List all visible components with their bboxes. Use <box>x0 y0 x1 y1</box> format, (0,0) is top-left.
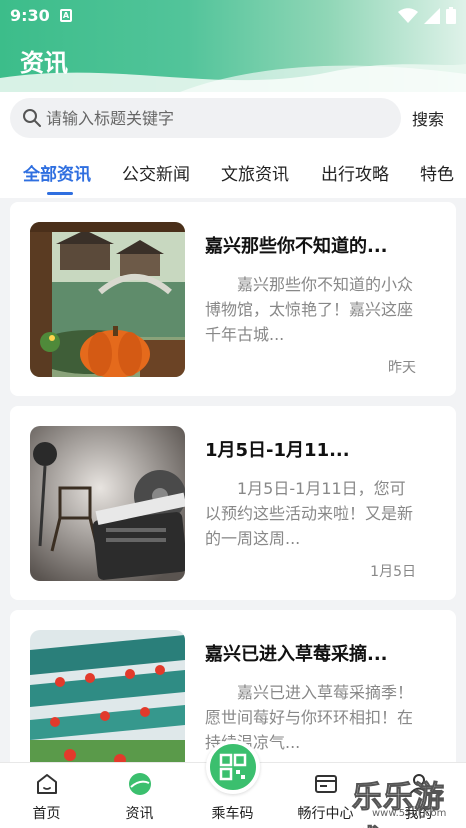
page-title: 资讯 <box>20 49 68 77</box>
search-bar: 搜索 <box>0 92 466 144</box>
active-tab-indicator <box>47 192 73 195</box>
tab-travel-guide[interactable]: 出行攻略 <box>321 160 389 185</box>
article-date: 1月5日 <box>370 564 416 580</box>
watermark-logo: 乐乐游戏 <box>352 780 445 828</box>
category-tabs: 全部资讯 公交新闻 文旅资讯 出行攻略 特色 <box>0 144 466 198</box>
qr-code-icon <box>219 753 247 781</box>
card-icon <box>315 775 337 793</box>
nav-ride-code-label: 乘车码 <box>211 806 254 822</box>
header-bar: 9:30 A 资讯 <box>0 0 466 92</box>
tab-special[interactable]: 特色 <box>420 160 454 185</box>
article-title: 嘉兴已进入草莓采摘... <box>205 644 388 665</box>
signal-icon <box>424 7 440 24</box>
status-time: 9:30 <box>10 6 50 25</box>
search-box[interactable] <box>10 98 401 138</box>
search-icon <box>23 109 41 127</box>
system-icons <box>398 7 456 24</box>
search-button[interactable]: 搜索 <box>412 106 444 130</box>
article-card[interactable]: 1月5日-1月11... 1月5日-1月11日，您可以预约这些活动来啦！又是新的… <box>10 406 456 600</box>
search-input[interactable] <box>46 98 386 138</box>
sim-icon: A <box>60 9 72 22</box>
home-icon <box>37 774 57 794</box>
status-bar: 9:30 A <box>0 0 466 32</box>
nav-news-label: 资讯 <box>125 806 154 822</box>
article-date: 昨天 <box>388 360 416 376</box>
nav-home-label: 首页 <box>32 806 61 822</box>
tab-culture-tourism[interactable]: 文旅资讯 <box>221 160 289 185</box>
article-summary: 1月5日-1月11日，您可以预约这些活动来啦！又是新的一周这周... <box>205 479 414 548</box>
tab-bus-news[interactable]: 公交新闻 <box>122 160 190 185</box>
nav-home[interactable]: 首页 <box>0 763 93 828</box>
wifi-icon <box>398 7 418 23</box>
article-thumbnail <box>30 222 185 377</box>
article-title: 嘉兴那些你不知道的... <box>205 236 388 257</box>
article-summary: 嘉兴那些你不知道的小众博物馆，太惊艳了！嘉兴这座千年古城... <box>205 275 414 344</box>
article-title: 1月5日-1月11... <box>205 440 350 461</box>
nav-news[interactable]: 资讯 <box>93 763 186 828</box>
battery-icon <box>446 7 456 24</box>
watermark-url: www.55dt.com <box>372 808 447 819</box>
news-icon <box>129 773 151 795</box>
article-card[interactable]: 嘉兴那些你不知道的... 嘉兴那些你不知道的小众博物馆，太惊艳了！嘉兴这座千年古… <box>10 202 456 396</box>
article-thumbnail <box>30 426 185 581</box>
tab-all-news[interactable]: 全部资讯 <box>23 160 91 185</box>
ride-code-button[interactable] <box>206 740 260 794</box>
